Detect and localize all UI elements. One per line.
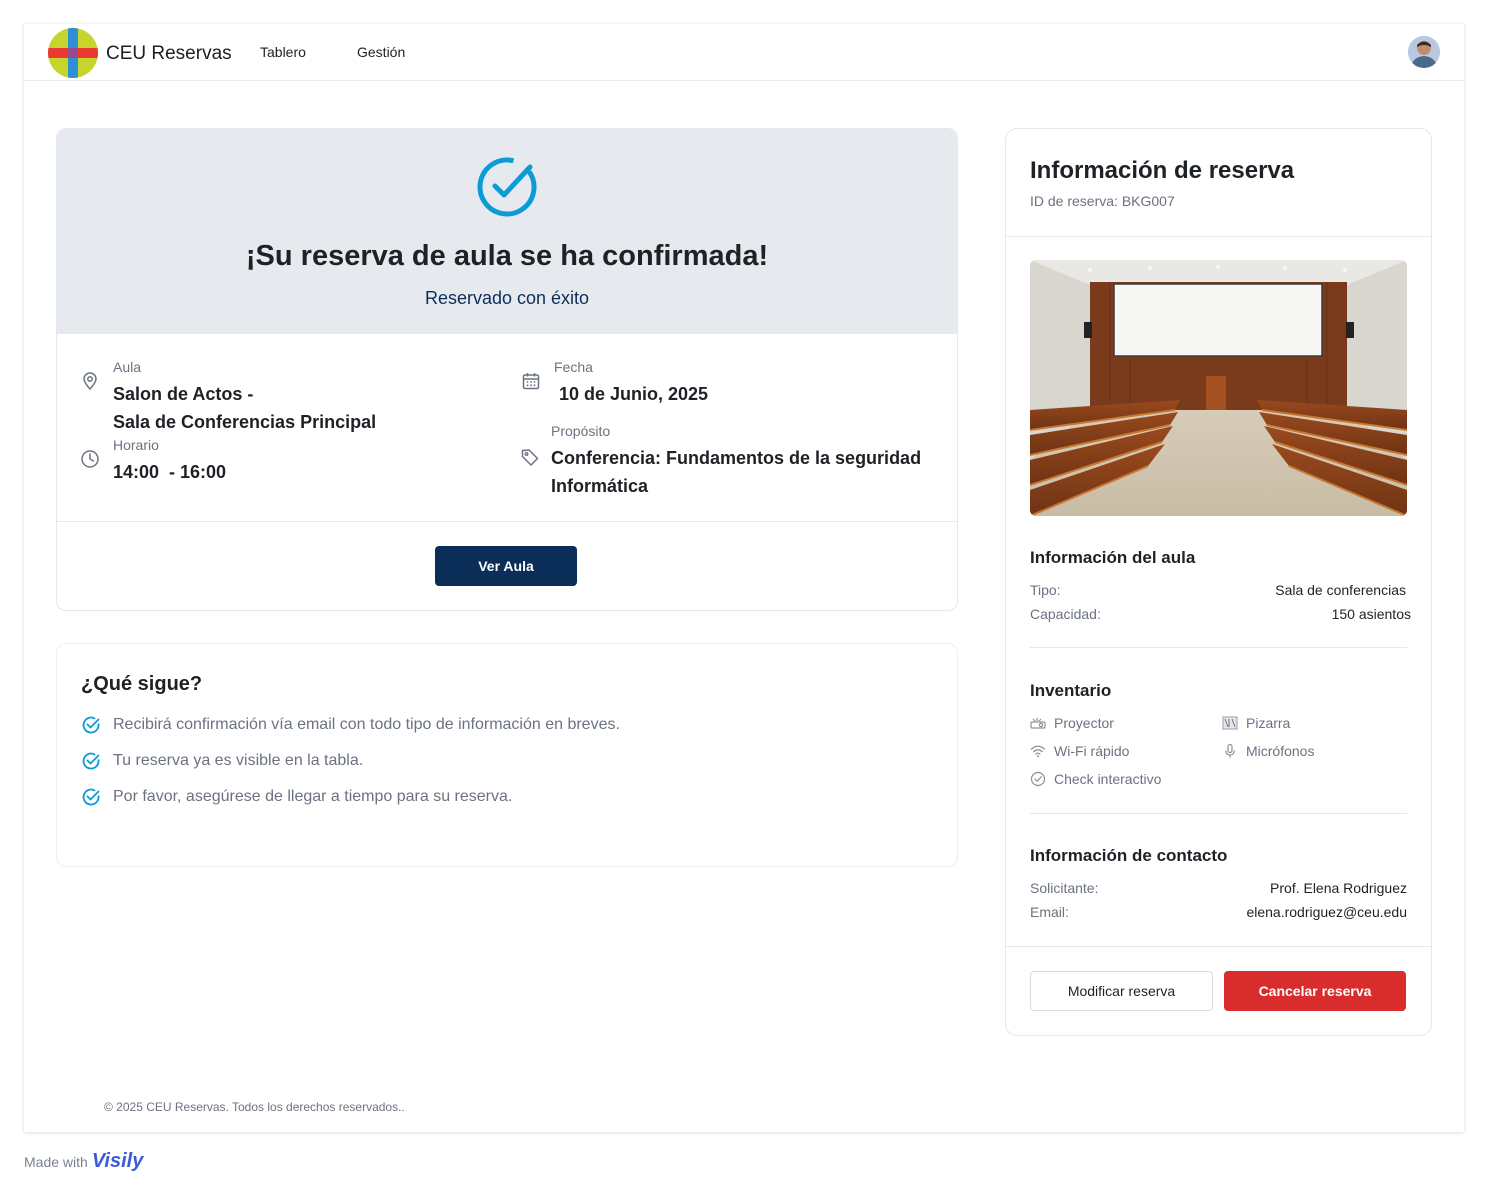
aula-label: Aula	[113, 359, 142, 375]
inventory-item-whiteboard: Pizarra	[1222, 715, 1290, 731]
room-type-value: Sala de conferencias	[1275, 582, 1406, 598]
room-photo	[1030, 260, 1407, 516]
room-capacity-label: Capacidad:	[1030, 606, 1101, 622]
check-circle-icon	[82, 752, 100, 770]
next-steps-title: ¿Qué sigue?	[81, 673, 203, 695]
booking-info-title: Información de reserva	[1030, 157, 1295, 184]
inventory-item-projector: Proyector	[1030, 715, 1114, 731]
calendar-icon	[522, 373, 540, 390]
card-divider	[57, 521, 957, 522]
next-step-text: Recibirá confirmación vía email con todo…	[113, 716, 620, 733]
projector-icon	[1030, 718, 1046, 729]
footer-copyright: © 2025 CEU Reservas. Todos los derechos …	[104, 1100, 405, 1114]
location-pin-icon	[83, 372, 97, 391]
requester-label: Solicitante:	[1030, 880, 1099, 896]
check-circle-icon	[82, 716, 100, 734]
card-divider	[1006, 236, 1431, 237]
contact-info-title: Información de contacto	[1030, 846, 1228, 865]
room-type-label: Tipo:	[1030, 582, 1061, 598]
modify-booking-button[interactable]: Modificar reserva	[1030, 971, 1213, 1011]
list-item: Tu reserva ya es visible en la tabla.	[81, 750, 363, 772]
cancel-booking-button[interactable]: Cancelar reserva	[1224, 971, 1406, 1011]
view-room-button[interactable]: Ver Aula	[435, 546, 577, 586]
email-label: Email:	[1030, 904, 1069, 920]
inventory-title: Inventario	[1030, 681, 1112, 700]
check-circle-icon	[82, 788, 100, 806]
nav-item-tablero[interactable]: Tablero	[260, 44, 306, 60]
proposito-value-line1: Conferencia: Fundamentos de la seguridad	[551, 448, 922, 468]
fecha-value: 10 de Junio, 2025	[559, 384, 709, 404]
requester-value: Prof. Elena Rodriguez	[1270, 880, 1407, 896]
check-circle-icon	[1030, 771, 1046, 787]
success-check-icon	[477, 157, 537, 217]
wifi-icon	[1030, 745, 1046, 758]
next-step-text: Tu reserva ya es visible en la tabla.	[113, 752, 364, 769]
user-avatar[interactable]	[1408, 36, 1440, 68]
section-divider	[1030, 813, 1407, 814]
card-divider	[1006, 946, 1431, 947]
inventory-item-label: Pizarra	[1246, 715, 1291, 731]
email-value: elena.rodriguez@ceu.edu	[1246, 904, 1407, 920]
made-with-badge[interactable]: Made with Visily	[24, 1150, 143, 1173]
whiteboard-icon	[1222, 716, 1238, 730]
top-navbar: CEU Reservas Tablero Gestión	[24, 24, 1464, 81]
confirmation-card: ¡Su reserva de aula se ha confirmada! Re…	[56, 128, 958, 611]
booking-info-card: Información de reserva ID de reserva: BK…	[1005, 128, 1432, 1036]
inventory-item-label: Wi-Fi rápido	[1054, 743, 1130, 759]
inventory-item-label: Micrófonos	[1246, 743, 1315, 759]
next-steps-card: ¿Qué sigue? Recibirá confirmación vía em…	[56, 643, 958, 867]
inventory-item-microphones: Micrófonos	[1222, 743, 1314, 759]
aula-value-line2: Sala de Conferencias Principal	[113, 412, 377, 432]
confirmation-title: ¡Su reserva de aula se ha confirmada!	[245, 240, 769, 272]
inventory-item-interactive-check: Check interactivo	[1030, 771, 1161, 787]
inventory-item-wifi: Wi-Fi rápido	[1030, 743, 1129, 759]
aula-value-line1: Salon de Actos -	[113, 384, 254, 404]
room-capacity-value: 150 asientos	[1331, 606, 1411, 622]
fecha-label: Fecha	[554, 359, 593, 375]
confirmation-subtitle: Reservado con éxito	[424, 288, 590, 308]
clock-icon	[81, 450, 99, 468]
proposito-value-line2: Informática	[551, 476, 649, 496]
made-with-text: Made with	[24, 1153, 88, 1170]
microphone-icon	[1225, 743, 1235, 758]
app-frame: CEU Reservas Tablero Gestión ¡Su reserva…	[24, 24, 1464, 1132]
nav-item-gestion[interactable]: Gestión	[357, 44, 405, 60]
section-divider	[1030, 647, 1407, 648]
horario-label: Horario	[113, 437, 159, 453]
confirmation-banner: ¡Su reserva de aula se ha confirmada! Re…	[57, 129, 957, 334]
list-item: Por favor, asegúrese de llegar a tiempo …	[81, 786, 512, 808]
room-info-title: Información del aula	[1030, 548, 1196, 567]
list-item: Recibirá confirmación vía email con todo…	[81, 714, 620, 736]
tag-icon	[521, 449, 539, 466]
inventory-item-label: Check interactivo	[1054, 771, 1162, 787]
booking-id: ID de reserva: BKG007	[1030, 193, 1175, 209]
ceu-logo[interactable]	[48, 28, 98, 78]
next-step-text: Por favor, asegúrese de llegar a tiempo …	[113, 788, 513, 805]
app-brand-name[interactable]: CEU Reservas	[106, 43, 232, 65]
proposito-label: Propósito	[551, 423, 611, 439]
horario-value: 14:00 - 16:00	[113, 462, 227, 482]
visily-logo: Visily	[91, 1150, 144, 1172]
inventory-item-label: Proyector	[1054, 715, 1114, 731]
